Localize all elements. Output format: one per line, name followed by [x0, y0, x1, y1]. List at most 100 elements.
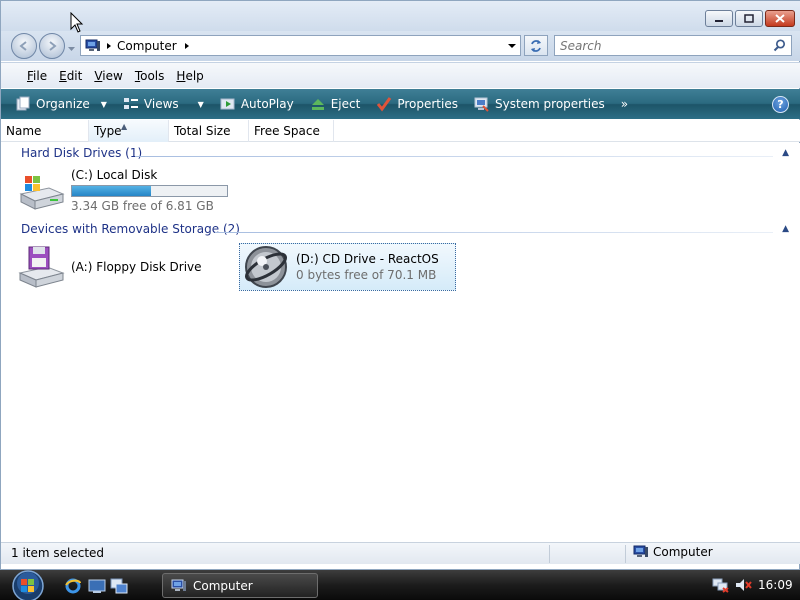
hard-disk-icon: [19, 176, 65, 210]
forward-button[interactable]: [39, 33, 65, 59]
chevron-down-icon: [508, 44, 516, 48]
menu-file[interactable]: File: [21, 69, 53, 83]
menu-bar: File Edit View Tools Help: [1, 62, 800, 88]
system-properties-icon: [474, 97, 489, 112]
search-icon[interactable]: [773, 39, 786, 52]
group-hdd-label: Hard Disk Drives (1): [21, 146, 143, 160]
search-box[interactable]: [554, 35, 792, 56]
back-button[interactable]: [11, 33, 37, 59]
explorer-window: Computer File Edit View Tool: [0, 0, 800, 570]
close-button[interactable]: [765, 10, 795, 27]
menu-help[interactable]: Help: [170, 69, 209, 83]
drive-a-info: (A:) Floppy Disk Drive: [71, 260, 202, 274]
column-header-name-label: Name: [6, 124, 42, 138]
views-button[interactable]: Views ▼: [123, 96, 204, 112]
maximize-icon: [744, 14, 754, 23]
clock[interactable]: 16:09: [758, 578, 793, 592]
breadcrumb-computer[interactable]: Computer: [117, 39, 177, 53]
drive-item-a[interactable]: (A:) Floppy Disk Drive: [17, 243, 202, 291]
back-arrow-icon: [19, 41, 27, 51]
sort-ascending-icon: ▲: [121, 122, 128, 131]
switch-windows-icon[interactable]: [110, 577, 128, 595]
views-label: Views: [143, 97, 179, 111]
column-headers: Name ▲ Type Total Size Free Space: [1, 120, 800, 142]
system-tray: [712, 577, 752, 593]
address-bar[interactable]: Computer: [80, 35, 521, 56]
views-dropdown-icon: ▼: [197, 99, 204, 109]
collapse-group-icon[interactable]: ▲: [782, 224, 789, 234]
organize-button[interactable]: Organize ▼: [15, 96, 107, 112]
eject-icon: [311, 99, 324, 110]
more-commands-button[interactable]: »: [621, 97, 628, 111]
system-properties-button[interactable]: System properties: [474, 96, 605, 112]
eject-label: Eject: [330, 97, 361, 111]
status-selection-count: 1 item selected: [11, 546, 105, 560]
menu-help-label: elp: [185, 68, 204, 83]
group-divider: [135, 156, 773, 157]
navigation-bar: Computer: [1, 31, 800, 61]
maximize-button[interactable]: [735, 10, 763, 27]
menu-edit-label: dit: [66, 68, 83, 83]
drive-c-info: (C:) Local Disk 3.34 GB free of 6.81 GB: [71, 168, 228, 216]
group-header-hard-disk-drives[interactable]: Hard Disk Drives (1) ▲: [21, 146, 791, 166]
volume-muted-icon[interactable]: [734, 577, 752, 593]
more-commands-label: »: [620, 97, 629, 111]
show-desktop-icon[interactable]: [88, 577, 106, 595]
computer-icon: [633, 545, 648, 557]
start-button[interactable]: [7, 570, 49, 600]
command-bar: Organize ▼ Views ▼ AutoPlay Eject Proper…: [1, 89, 800, 119]
drive-item-d[interactable]: (D:) CD Drive - ReactOS 0 bytes free of …: [239, 243, 456, 291]
menu-view[interactable]: View: [88, 69, 128, 83]
column-header-name[interactable]: Name: [1, 120, 89, 142]
refresh-icon: [531, 39, 541, 52]
chevron-down-icon: [68, 47, 75, 51]
close-icon: [775, 14, 785, 23]
mouse-cursor-icon: [70, 12, 84, 33]
floppy-drive-icon: [18, 246, 65, 288]
group-header-removable-storage[interactable]: Devices with Removable Storage (2) ▲: [21, 222, 791, 242]
properties-button[interactable]: Properties: [376, 96, 458, 112]
system-properties-label: System properties: [494, 97, 605, 111]
file-list: Hard Disk Drives (1) ▲ (C:) Local Disk 3…: [1, 143, 800, 542]
title-bar[interactable]: [1, 1, 800, 31]
menu-edit[interactable]: Edit: [53, 69, 88, 83]
autoplay-icon: [220, 98, 235, 110]
menu-tools-label: ools: [140, 68, 165, 83]
organize-icon: [16, 96, 30, 111]
views-icon: [123, 98, 138, 109]
drive-c-capacity-fill: [72, 186, 152, 196]
autoplay-button[interactable]: AutoPlay: [220, 96, 294, 112]
breadcrumb-expand-icon[interactable]: [183, 42, 191, 50]
collapse-group-icon[interactable]: ▲: [782, 148, 789, 158]
status-divider: [625, 545, 626, 563]
search-input[interactable]: [555, 36, 765, 55]
internet-explorer-icon[interactable]: [64, 577, 82, 595]
network-icon[interactable]: [712, 577, 730, 593]
taskbar-button-label: Computer: [193, 578, 253, 593]
menu-view-label: iew: [102, 68, 123, 83]
menu-file-label: ile: [33, 68, 48, 83]
column-header-total-size[interactable]: Total Size: [169, 120, 249, 142]
eject-button[interactable]: Eject: [310, 96, 361, 112]
autoplay-label: AutoPlay: [240, 97, 294, 111]
refresh-button[interactable]: [524, 35, 548, 56]
column-header-type[interactable]: ▲ Type: [89, 120, 169, 142]
drive-item-c[interactable]: (C:) Local Disk 3.34 GB free of 6.81 GB: [17, 168, 228, 216]
column-header-free-space[interactable]: Free Space: [249, 120, 334, 142]
column-header-type-label: Type: [94, 124, 122, 138]
recent-pages-dropdown[interactable]: [67, 41, 76, 55]
menu-tools[interactable]: Tools: [129, 69, 171, 83]
status-location-label: Computer: [653, 545, 713, 559]
help-icon: ?: [777, 98, 784, 111]
drive-d-name: (D:) CD Drive - ReactOS: [296, 252, 439, 266]
status-divider: [549, 545, 550, 563]
minimize-button[interactable]: [705, 10, 733, 27]
drive-c-free-space: 3.34 GB free of 6.81 GB: [71, 199, 214, 213]
address-history-dropdown[interactable]: [507, 40, 517, 54]
computer-icon: [85, 39, 100, 51]
drive-a-name: (A:) Floppy Disk Drive: [71, 260, 202, 274]
breadcrumb-separator-icon: [107, 42, 111, 49]
drive-c-capacity-bar: [71, 185, 228, 197]
help-button[interactable]: ?: [772, 96, 789, 113]
taskbar-button-computer[interactable]: Computer: [162, 573, 318, 598]
